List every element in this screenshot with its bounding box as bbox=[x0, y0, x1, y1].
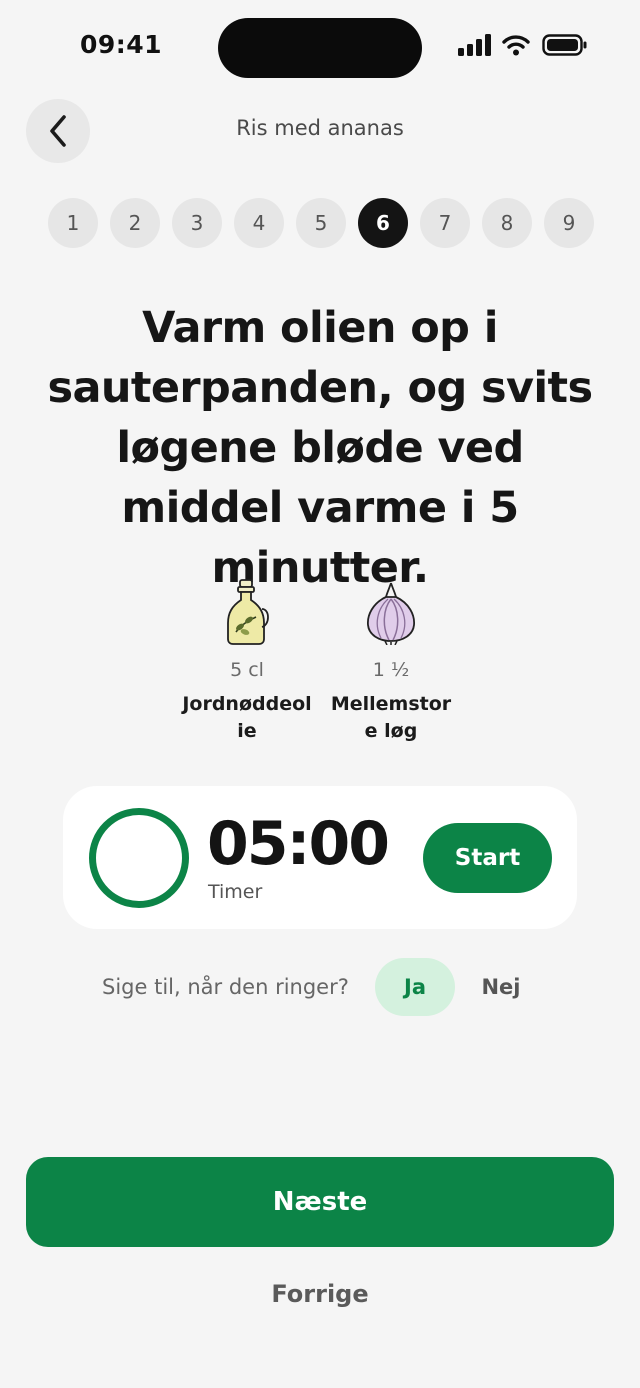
step-button-2[interactable]: 2 bbox=[110, 198, 160, 248]
ingredient-item: 5 cl Jordnøddeolie bbox=[175, 575, 319, 745]
recipe-step-screen: 09:41 Ris med ananas 1 2 3 4 5 6 7 8 9 V… bbox=[0, 0, 640, 1388]
step-button-5[interactable]: 5 bbox=[296, 198, 346, 248]
step-button-4[interactable]: 4 bbox=[234, 198, 284, 248]
wifi-icon bbox=[502, 35, 530, 56]
ingredient-name: Mellemstore løg bbox=[330, 693, 452, 742]
oil-bottle-icon bbox=[175, 575, 319, 645]
ingredient-name: Jordnøddeolie bbox=[182, 693, 312, 742]
dynamic-island bbox=[218, 18, 422, 78]
next-button[interactable]: Næste bbox=[26, 1157, 614, 1247]
previous-button[interactable]: Forrige bbox=[220, 1274, 420, 1314]
ingredient-item: 1 ½ Mellemstore løg bbox=[319, 575, 463, 745]
notify-yes-button[interactable]: Ja bbox=[375, 958, 455, 1016]
timer-card: 05:00 Timer Start bbox=[63, 786, 577, 929]
ingredient-amount: 1 ½ bbox=[372, 659, 410, 681]
step-navigation: 1 2 3 4 5 6 7 8 9 bbox=[48, 198, 594, 248]
notify-question: Sige til, når den ringer? bbox=[102, 975, 349, 999]
step-button-8[interactable]: 8 bbox=[482, 198, 532, 248]
step-button-6-current[interactable]: 6 bbox=[358, 198, 408, 248]
step-button-1[interactable]: 1 bbox=[48, 198, 98, 248]
onion-icon bbox=[319, 575, 463, 645]
timer-progress-ring bbox=[89, 808, 189, 908]
step-button-9[interactable]: 9 bbox=[544, 198, 594, 248]
timer-label: Timer bbox=[208, 881, 263, 903]
back-button[interactable] bbox=[26, 99, 90, 163]
timer-start-button[interactable]: Start bbox=[423, 823, 552, 893]
recipe-title: Ris med ananas bbox=[236, 116, 404, 140]
battery-icon bbox=[542, 34, 587, 56]
notify-no-button[interactable]: Nej bbox=[470, 958, 532, 1016]
chevron-left-icon bbox=[50, 115, 66, 147]
status-time: 09:41 bbox=[80, 30, 163, 59]
signal-icon bbox=[458, 34, 491, 56]
step-button-7[interactable]: 7 bbox=[420, 198, 470, 248]
step-instruction: Varm olien op i sauterpanden, og svits l… bbox=[47, 303, 593, 593]
ingredient-list: 5 cl Jordnøddeolie 1 ½ Mellemstore løg bbox=[175, 575, 463, 745]
ingredient-amount: 5 cl bbox=[230, 659, 264, 681]
timer-value: 05:00 bbox=[207, 809, 390, 879]
step-button-3[interactable]: 3 bbox=[172, 198, 222, 248]
status-icons bbox=[458, 34, 588, 56]
